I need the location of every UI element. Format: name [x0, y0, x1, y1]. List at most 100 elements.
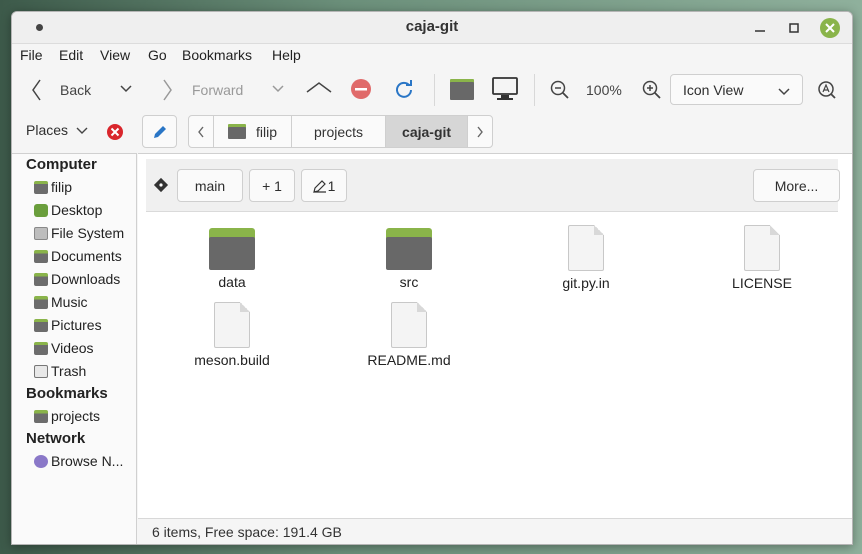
minimize-button[interactable]: [750, 18, 770, 38]
menu-go[interactable]: Go: [148, 47, 167, 63]
sidebar-item-documents[interactable]: Documents: [34, 245, 122, 267]
menu-view[interactable]: View: [100, 47, 130, 63]
chevron-down-icon: [272, 85, 284, 93]
zoom-level[interactable]: 100%: [586, 82, 622, 98]
zoom-in-button[interactable]: [642, 80, 662, 100]
sidebar: Computer filip Desktop File System Docum…: [12, 153, 137, 544]
file-item-src[interactable]: src: [349, 228, 469, 290]
reload-button[interactable]: [394, 79, 414, 99]
file-item-label: meson.build: [194, 352, 270, 368]
chevron-right-icon: [477, 126, 483, 137]
file-item-meson-build[interactable]: meson.build: [172, 302, 292, 368]
home-folder-button[interactable]: [450, 78, 474, 100]
git-modified-button[interactable]: 1: [301, 169, 347, 202]
breadcrumb-label: projects: [314, 123, 364, 140]
maximize-button[interactable]: [784, 18, 804, 38]
home-folder-icon: [34, 180, 48, 194]
sidebar-heading-computer: Computer: [26, 156, 97, 173]
folder-icon: [34, 318, 48, 332]
sidebar-item-downloads[interactable]: Downloads: [34, 268, 120, 290]
breadcrumb-label: filip: [256, 123, 278, 140]
file-item-git-py-in[interactable]: git.py.in: [526, 225, 646, 291]
window-title: caja-git: [405, 18, 459, 35]
edit-location-button[interactable]: [142, 115, 177, 148]
search-button[interactable]: [817, 80, 837, 100]
file-item-label: git.py.in: [562, 275, 610, 291]
sidebar-item-browse-network[interactable]: Browse N...: [34, 450, 123, 472]
sidebar-item-filip[interactable]: filip: [34, 176, 72, 198]
forward-button[interactable]: Forward: [162, 78, 243, 102]
folder-icon: [34, 341, 48, 355]
menu-bar: File Edit View Go Bookmarks Help: [12, 44, 852, 66]
trash-icon: [34, 364, 48, 378]
zoom-out-icon: [550, 80, 569, 99]
back-button[interactable]: Back: [30, 78, 91, 102]
git-branch-label: main: [194, 177, 226, 194]
file-grid: data src git.py.in LICENSE meson.build R…: [138, 218, 852, 518]
menu-bookmarks[interactable]: Bookmarks: [182, 47, 252, 63]
git-branch-button[interactable]: main: [177, 169, 243, 202]
sidebar-item-music[interactable]: Music: [34, 291, 88, 313]
sidebar-item-videos[interactable]: Videos: [34, 337, 94, 359]
status-text: 6 items, Free space: 191.4 GB: [152, 524, 342, 540]
folder-icon: [34, 249, 48, 263]
sidebar-item-label: Documents: [51, 248, 122, 264]
sidebar-item-label: Desktop: [51, 202, 103, 218]
sidebar-item-projects[interactable]: projects: [34, 405, 100, 427]
network-icon: [34, 454, 48, 468]
close-icon: [825, 23, 835, 33]
pencil-icon: [153, 125, 166, 138]
breadcrumb-caja-git[interactable]: caja-git: [386, 116, 469, 147]
computer-button[interactable]: [492, 77, 518, 101]
forward-label: Forward: [192, 82, 244, 98]
drive-icon: [34, 226, 48, 240]
places-dropdown[interactable]: Places: [26, 122, 88, 138]
file-item-readme-md[interactable]: README.md: [349, 302, 469, 368]
chevron-down-icon: [76, 127, 88, 134]
up-button[interactable]: [306, 80, 332, 96]
menu-help[interactable]: Help: [272, 47, 301, 63]
file-view[interactable]: main + 1 1 More... data src git.py.in LI…: [138, 153, 852, 544]
sidebar-item-label: Pictures: [51, 317, 102, 333]
sidebar-item-label: File System: [51, 225, 125, 241]
stop-icon: [351, 79, 371, 99]
close-button[interactable]: [820, 18, 840, 38]
sidebar-item-desktop[interactable]: Desktop: [34, 199, 102, 221]
breadcrumb-right-arrow[interactable]: [468, 116, 492, 147]
forward-history-dropdown[interactable]: [272, 82, 284, 94]
folder-icon: [209, 228, 255, 270]
stop-button[interactable]: [350, 78, 372, 100]
sidebar-item-label: Browse N...: [51, 453, 124, 469]
close-circle-icon: [107, 124, 123, 140]
breadcrumb-projects[interactable]: projects: [292, 116, 387, 147]
file-item-data[interactable]: data: [172, 228, 292, 290]
back-history-dropdown[interactable]: [120, 82, 132, 94]
git-bar: main + 1 1 More...: [146, 159, 840, 212]
breadcrumb-left-arrow[interactable]: [189, 116, 214, 147]
zoom-out-button[interactable]: [550, 80, 570, 100]
title-bar[interactable]: caja-git: [12, 12, 852, 44]
git-more-button[interactable]: More...: [753, 169, 840, 202]
menu-file[interactable]: File: [20, 47, 43, 63]
back-arrow-icon: [32, 79, 41, 101]
file-item-label: data: [218, 274, 246, 290]
sidebar-item-file-system[interactable]: File System: [34, 222, 124, 244]
chevron-down-icon: [120, 85, 132, 93]
close-sidebar-button[interactable]: [106, 123, 124, 144]
home-folder-icon: [450, 79, 474, 100]
breadcrumb-filip[interactable]: filip: [214, 116, 293, 147]
git-added-button[interactable]: + 1: [249, 169, 295, 202]
menu-edit[interactable]: Edit: [59, 47, 83, 63]
sidebar-item-trash[interactable]: Trash: [34, 360, 86, 382]
computer-icon: [492, 77, 518, 100]
view-mode-select[interactable]: Icon View: [670, 74, 803, 105]
sidebar-heading-network: Network: [26, 430, 86, 447]
sidebar-item-label: projects: [51, 408, 101, 424]
sidebar-item-label: Videos: [51, 340, 94, 356]
search-icon: [818, 81, 836, 99]
sidebar-item-pictures[interactable]: Pictures: [34, 314, 102, 336]
sidebar-heading-bookmarks: Bookmarks: [26, 385, 108, 402]
sidebar-item-label: Music: [51, 294, 88, 310]
file-item-license[interactable]: LICENSE: [702, 225, 822, 291]
status-bar: 6 items, Free space: 191.4 GB: [138, 518, 852, 544]
